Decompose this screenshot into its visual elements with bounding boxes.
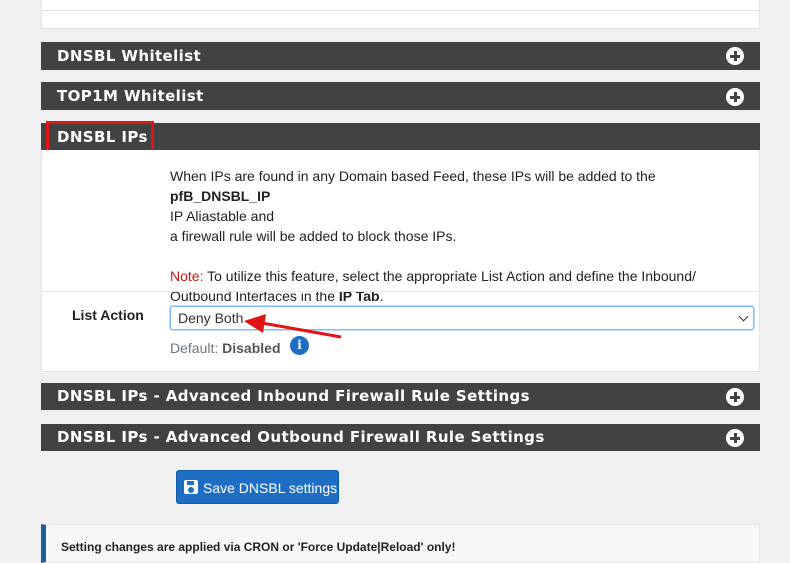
panel-advanced-outbound[interactable]: DNSBL IPs - Advanced Outbound Firewall R…: [41, 424, 760, 451]
annotation-arrow: [244, 314, 342, 339]
plus-circle-icon[interactable]: [726, 388, 744, 406]
floppy-disk-icon: [184, 480, 198, 494]
arrow-shaft: [261, 321, 342, 339]
panel-advanced-inbound[interactable]: DNSBL IPs - Advanced Inbound Firewall Ru…: [41, 383, 760, 410]
panel-title: DNSBL IPs - Advanced Outbound Firewall R…: [57, 428, 545, 446]
alert-text: Setting changes are applied via CRON or …: [61, 540, 456, 554]
panel-title: DNSBL IPs - Advanced Inbound Firewall Ru…: [57, 387, 530, 405]
cron-alert: Setting changes are applied via CRON or …: [41, 524, 760, 563]
save-button-label: Save DNSBL settings: [203, 480, 338, 496]
plus-circle-icon[interactable]: [726, 429, 744, 447]
arrow-head: [244, 314, 266, 333]
save-dnsbl-settings-button[interactable]: Save DNSBL settings: [176, 470, 339, 504]
